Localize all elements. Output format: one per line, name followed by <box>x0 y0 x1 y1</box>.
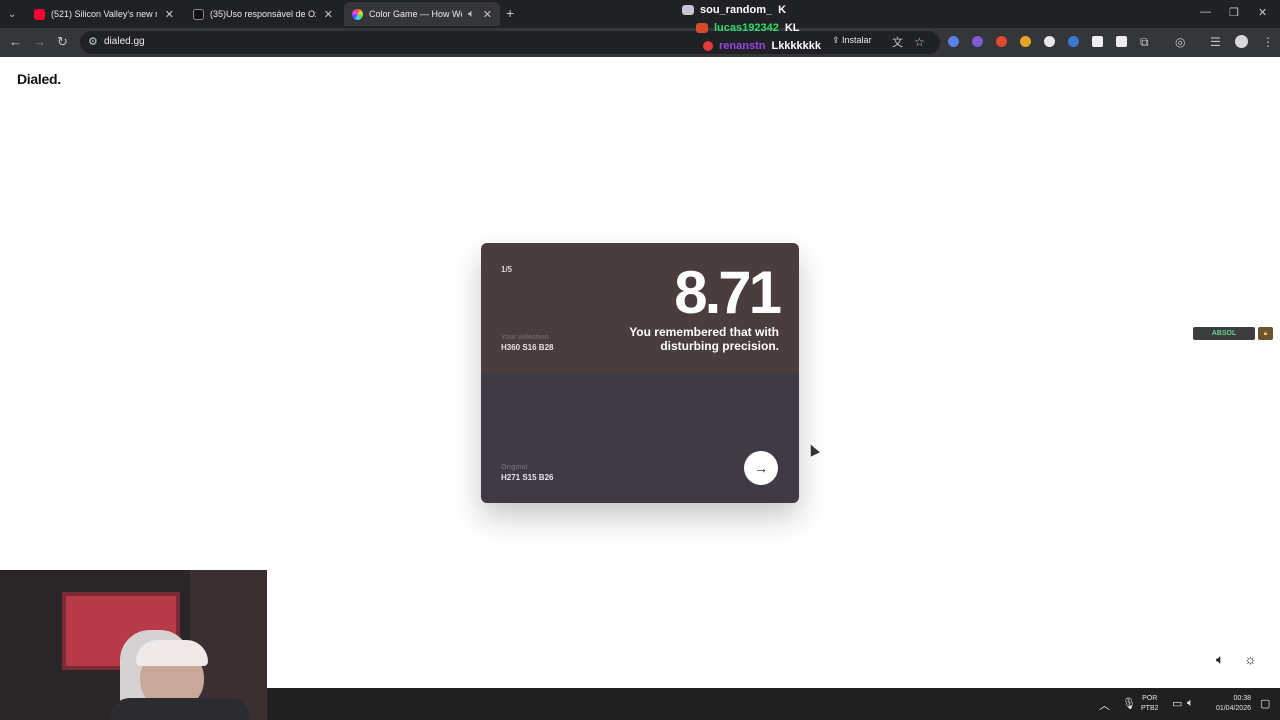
install-label: Instalar <box>842 35 872 45</box>
close-icon[interactable]: ✕ <box>483 8 492 21</box>
taskbar: ︿ 🎙︎ POR PTB2 ▭ 🔈︎ 00:38 01/04/2026 ▢ <box>267 688 1280 720</box>
site-logo[interactable]: Dialed. <box>17 71 61 87</box>
webcam-cap <box>136 640 208 666</box>
webcam-shirt <box>110 698 250 720</box>
minimize-icon[interactable]: — <box>1200 6 1211 18</box>
tab-search-chevron-icon[interactable]: ⌄ <box>8 7 16 23</box>
chat-badge-icon <box>703 41 713 51</box>
close-icon[interactable]: ✕ <box>324 8 333 21</box>
chat-badge-icon <box>682 5 694 15</box>
absol-badge[interactable]: ABSOL <box>1193 327 1255 340</box>
extensions-puzzle-icon[interactable]: ⧉ <box>1140 34 1149 50</box>
reload-icon[interactable]: ↻ <box>57 34 68 50</box>
menu-kebab-icon[interactable]: ⋮ <box>1262 34 1274 50</box>
browser-toolbar: ← → ↻ ⚙ dialed.gg ⇪ Instalar 文 ☆ ⧉ ◎ ☰ ⋮ <box>0 28 1280 57</box>
microphone-icon[interactable]: 🎙︎ <box>1122 697 1136 710</box>
tab-title: (35)Uso responsável de Ozemp <box>210 9 316 19</box>
chat-message: renanstn Lkkkkkkk <box>703 38 821 54</box>
chat-text: KL <box>784 22 800 34</box>
extension-wave-icon[interactable] <box>1068 36 1079 47</box>
extension-box-icon[interactable] <box>1116 36 1127 47</box>
tab-strip: ⌄ (521) Silicon Valley's new mirac ✕ (35… <box>0 0 1280 28</box>
url-text: dialed.gg <box>104 36 145 47</box>
language-code: POR <box>1142 695 1158 702</box>
theme-toggle-icon[interactable]: ☼ <box>1244 651 1257 667</box>
result-card: 1/5 8.71 You remembered that with distur… <box>481 243 799 503</box>
clock-time: 00:38 <box>1233 695 1251 702</box>
chat-message: sou_random_ K <box>682 2 786 18</box>
chat-message: lucas192342 KL <box>696 20 800 36</box>
chat-username: renanstn <box>719 40 766 52</box>
restore-icon[interactable]: ❐ <box>1229 6 1239 19</box>
extension-plus-icon[interactable] <box>1044 36 1055 47</box>
tab-youtube[interactable]: (521) Silicon Valley's new mirac ✕ <box>26 2 182 26</box>
volume-icon[interactable]: 🔈︎ <box>1187 697 1194 710</box>
close-icon[interactable]: ✕ <box>165 8 174 21</box>
network-icon[interactable]: ▭ <box>1172 697 1182 710</box>
install-button[interactable]: ⇪ Instalar <box>832 35 872 46</box>
chat-username: lucas192342 <box>714 22 779 34</box>
extension-key-icon[interactable] <box>1020 36 1031 47</box>
site-settings-icon[interactable]: ⚙ <box>88 35 98 48</box>
next-button[interactable]: → <box>744 451 778 485</box>
mouse-cursor-icon <box>806 442 820 457</box>
tab-color-game[interactable]: Color Game — How Well C 🔈︎ ✕ <box>344 2 500 26</box>
clock[interactable]: 00:38 01/04/2026 <box>1209 694 1251 714</box>
back-icon[interactable]: ← <box>9 34 22 50</box>
bookmark-star-icon[interactable]: ☆ <box>914 34 925 50</box>
sound-toggle-icon[interactable]: 🔈︎ <box>1216 651 1224 668</box>
notification-icon[interactable]: ▢ <box>1260 697 1270 710</box>
chat-badge-icon <box>696 23 708 33</box>
chat-text: K <box>778 4 787 16</box>
keyboard-layout: PTB2 <box>1141 705 1159 712</box>
selection-label: Your selection <box>501 334 549 341</box>
webcam-overlay <box>0 570 267 720</box>
extension-fox-icon[interactable] <box>996 36 1007 47</box>
score-message: You remembered that with disturbing prec… <box>629 325 779 353</box>
tray-chevron-icon[interactable]: ︿ <box>1099 697 1110 713</box>
original-swatch: Original H271 S15 B26 → <box>481 373 799 503</box>
window-close-icon[interactable]: ✕ <box>1258 6 1267 19</box>
translate-icon[interactable]: 文 <box>892 35 903 51</box>
extension-cloud-icon[interactable] <box>972 36 983 47</box>
original-value: H271 S15 B26 <box>501 473 554 482</box>
speaker-icon[interactable]: 🔈︎ <box>468 8 475 21</box>
reading-list-icon[interactable]: ☰ <box>1210 34 1221 50</box>
tab-title: (521) Silicon Valley's new mirac <box>51 9 157 19</box>
arrow-right-icon: → <box>754 460 768 476</box>
media-control-icon[interactable]: ◎ <box>1175 34 1185 50</box>
selection-value: H360 S16 B28 <box>501 343 554 352</box>
extension-diamond-icon[interactable] <box>1092 36 1103 47</box>
youtube-icon <box>34 8 45 20</box>
color-wheel-icon <box>352 8 363 20</box>
original-label: Original <box>501 464 528 471</box>
language-indicator[interactable]: POR PTB2 <box>1141 694 1159 714</box>
avatar[interactable] <box>1235 35 1248 48</box>
selection-swatch: 1/5 8.71 You remembered that with distur… <box>481 243 799 373</box>
new-tab-icon[interactable]: + <box>506 5 514 21</box>
tab-title: Color Game — How Well C <box>369 9 462 19</box>
round-counter: 1/5 <box>501 265 513 274</box>
clock-date: 01/04/2026 <box>1215 705 1251 712</box>
forward-icon[interactable]: → <box>33 34 46 50</box>
tab-tiktok[interactable]: (35)Uso responsável de Ozemp ✕ <box>185 2 341 26</box>
chat-text: Lkkkkkkk <box>771 40 822 52</box>
tiktok-icon <box>193 8 204 20</box>
score-value: 8.71 <box>674 259 782 326</box>
extension-shield-icon[interactable] <box>948 36 959 47</box>
lock-icon[interactable]: 🔒︎ <box>1258 327 1273 340</box>
chat-username: sou_random_ <box>700 4 773 16</box>
